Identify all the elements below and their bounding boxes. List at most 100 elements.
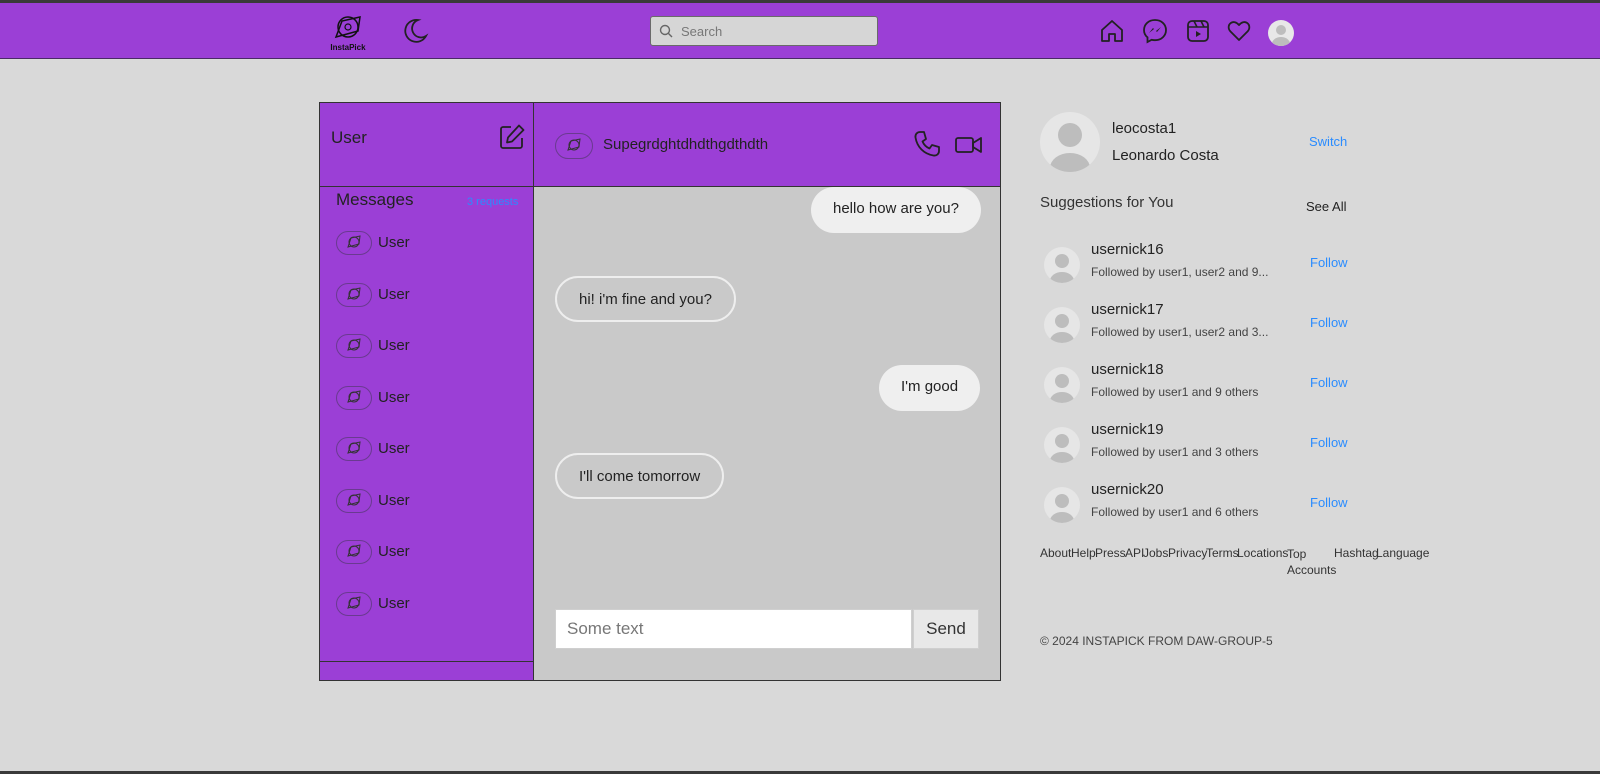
profile-avatar[interactable] xyxy=(1268,20,1294,46)
phone-icon xyxy=(914,131,940,157)
my-avatar[interactable] xyxy=(1040,112,1100,172)
avatar-icon xyxy=(1272,25,1290,46)
conversation-item[interactable]: User xyxy=(336,435,526,463)
follow-button[interactable]: Follow xyxy=(1310,435,1348,450)
reels-button[interactable] xyxy=(1184,17,1212,45)
footer-link-language[interactable]: Language xyxy=(1376,546,1429,560)
moon-icon xyxy=(404,19,429,43)
edit-icon xyxy=(500,124,525,149)
logo-icon xyxy=(347,338,361,351)
suggestion-followed-by: Followed by user1, user2 and 3... xyxy=(1091,325,1269,339)
conversation-item[interactable]: User xyxy=(336,229,526,257)
message-composer: Send xyxy=(555,609,979,649)
conversation-avatar xyxy=(336,386,372,410)
sidebar-divider xyxy=(320,661,533,662)
footer-link-privacy[interactable]: Privacy xyxy=(1168,546,1207,560)
conversation-avatar xyxy=(336,231,372,255)
logo-icon xyxy=(347,493,361,506)
home-button[interactable] xyxy=(1098,17,1126,45)
chat-window: User Messages 3 requests User User User … xyxy=(319,102,1001,681)
search-input[interactable] xyxy=(681,21,871,41)
messenger-button[interactable] xyxy=(1141,17,1169,45)
footer-link-jobs[interactable]: Jobs xyxy=(1143,546,1168,560)
copyright-text: © 2024 INSTAPICK FROM DAW-GROUP-5 xyxy=(1040,634,1273,648)
top-navbar: InstaPick xyxy=(0,3,1600,59)
logo-icon xyxy=(567,138,581,151)
suggestion-avatar[interactable] xyxy=(1044,247,1080,283)
footer-link-terms[interactable]: Terms xyxy=(1206,546,1239,560)
my-username[interactable]: leocosta1 xyxy=(1112,120,1176,137)
dark-mode-toggle[interactable] xyxy=(401,17,429,45)
suggestion-item: usernick17 Followed by user1, user2 and … xyxy=(1040,301,1360,353)
footer-link-api[interactable]: API xyxy=(1125,546,1144,560)
suggestion-followed-by: Followed by user1 and 9 others xyxy=(1091,385,1259,399)
follow-button[interactable]: Follow xyxy=(1310,375,1348,390)
avatar-icon xyxy=(1050,434,1074,463)
conversation-item[interactable]: User xyxy=(336,487,526,515)
home-icon xyxy=(1101,20,1123,42)
contact-name[interactable]: Supegrdghtdhdthgdthdth xyxy=(603,136,768,153)
logo-icon xyxy=(347,287,361,300)
avatar-icon xyxy=(1050,494,1074,523)
conversation-name: User xyxy=(378,234,410,251)
messages-heading: Messages xyxy=(336,190,414,209)
notifications-button[interactable] xyxy=(1225,17,1253,45)
sidebar-user-label: User xyxy=(331,128,367,147)
footer-link-locations[interactable]: Locations xyxy=(1237,546,1288,560)
conversation-item[interactable]: User xyxy=(336,590,526,618)
requests-link[interactable]: 3 requests xyxy=(467,196,518,208)
video-icon xyxy=(955,137,982,153)
see-all-link[interactable]: See All xyxy=(1306,199,1346,214)
message-outgoing: I'm good xyxy=(879,365,981,411)
footer-link-top-accounts[interactable]: Top Accounts xyxy=(1287,546,1336,578)
reels-icon xyxy=(1187,20,1209,42)
conversation-item[interactable]: User xyxy=(336,384,526,412)
conversation-avatar xyxy=(336,489,372,513)
suggestion-username[interactable]: usernick19 xyxy=(1091,421,1164,438)
conversation-name: User xyxy=(378,337,410,354)
suggestion-username[interactable]: usernick17 xyxy=(1091,301,1164,318)
suggestion-avatar[interactable] xyxy=(1044,487,1080,523)
suggestion-item: usernick16 Followed by user1, user2 and … xyxy=(1040,241,1360,293)
instapick-logo[interactable]: InstaPick xyxy=(328,13,368,57)
conversation-item[interactable]: User xyxy=(336,538,526,566)
suggestion-username[interactable]: usernick18 xyxy=(1091,361,1164,378)
conversation-avatar xyxy=(336,540,372,564)
video-call-button[interactable] xyxy=(954,133,984,157)
avatar-icon xyxy=(1050,123,1090,172)
logo-icon xyxy=(347,235,361,248)
voice-call-button[interactable] xyxy=(912,129,942,159)
conversation-avatar xyxy=(336,334,372,358)
follow-button[interactable]: Follow xyxy=(1310,255,1348,270)
conversation-name: User xyxy=(378,595,410,612)
suggestion-username[interactable]: usernick20 xyxy=(1091,481,1164,498)
suggestion-item: usernick18 Followed by user1 and 9 other… xyxy=(1040,361,1360,413)
follow-button[interactable]: Follow xyxy=(1310,495,1348,510)
footer-link-help[interactable]: Help xyxy=(1071,546,1096,560)
logo-icon xyxy=(347,544,361,557)
contact-avatar[interactable] xyxy=(555,133,593,159)
conversation-item[interactable]: User xyxy=(336,281,526,309)
message-incoming: hi! i'm fine and you? xyxy=(555,276,736,322)
footer-link-hashtag[interactable]: Hashtag xyxy=(1334,546,1379,560)
message-input[interactable] xyxy=(555,609,912,649)
logo-icon xyxy=(347,596,361,609)
logo-icon xyxy=(334,16,361,39)
suggestion-item: usernick19 Followed by user1 and 3 other… xyxy=(1040,421,1360,473)
suggestion-username[interactable]: usernick16 xyxy=(1091,241,1164,258)
conversation-item[interactable]: User xyxy=(336,332,526,360)
conversation-avatar xyxy=(336,437,372,461)
footer-link-about[interactable]: About xyxy=(1040,546,1071,560)
suggestion-avatar[interactable] xyxy=(1044,367,1080,403)
new-message-button[interactable] xyxy=(498,123,526,151)
conversation-avatar xyxy=(336,592,372,616)
follow-button[interactable]: Follow xyxy=(1310,315,1348,330)
send-button[interactable]: Send xyxy=(913,609,979,649)
footer-link-press[interactable]: Press xyxy=(1095,546,1126,560)
suggestion-avatar[interactable] xyxy=(1044,427,1080,463)
switch-account-link[interactable]: Switch xyxy=(1309,134,1347,149)
search-bar[interactable] xyxy=(650,16,878,46)
heart-icon xyxy=(1227,21,1251,41)
suggestion-avatar[interactable] xyxy=(1044,307,1080,343)
chat-header: Supegrdghtdhdthgdthdth xyxy=(534,103,1000,187)
